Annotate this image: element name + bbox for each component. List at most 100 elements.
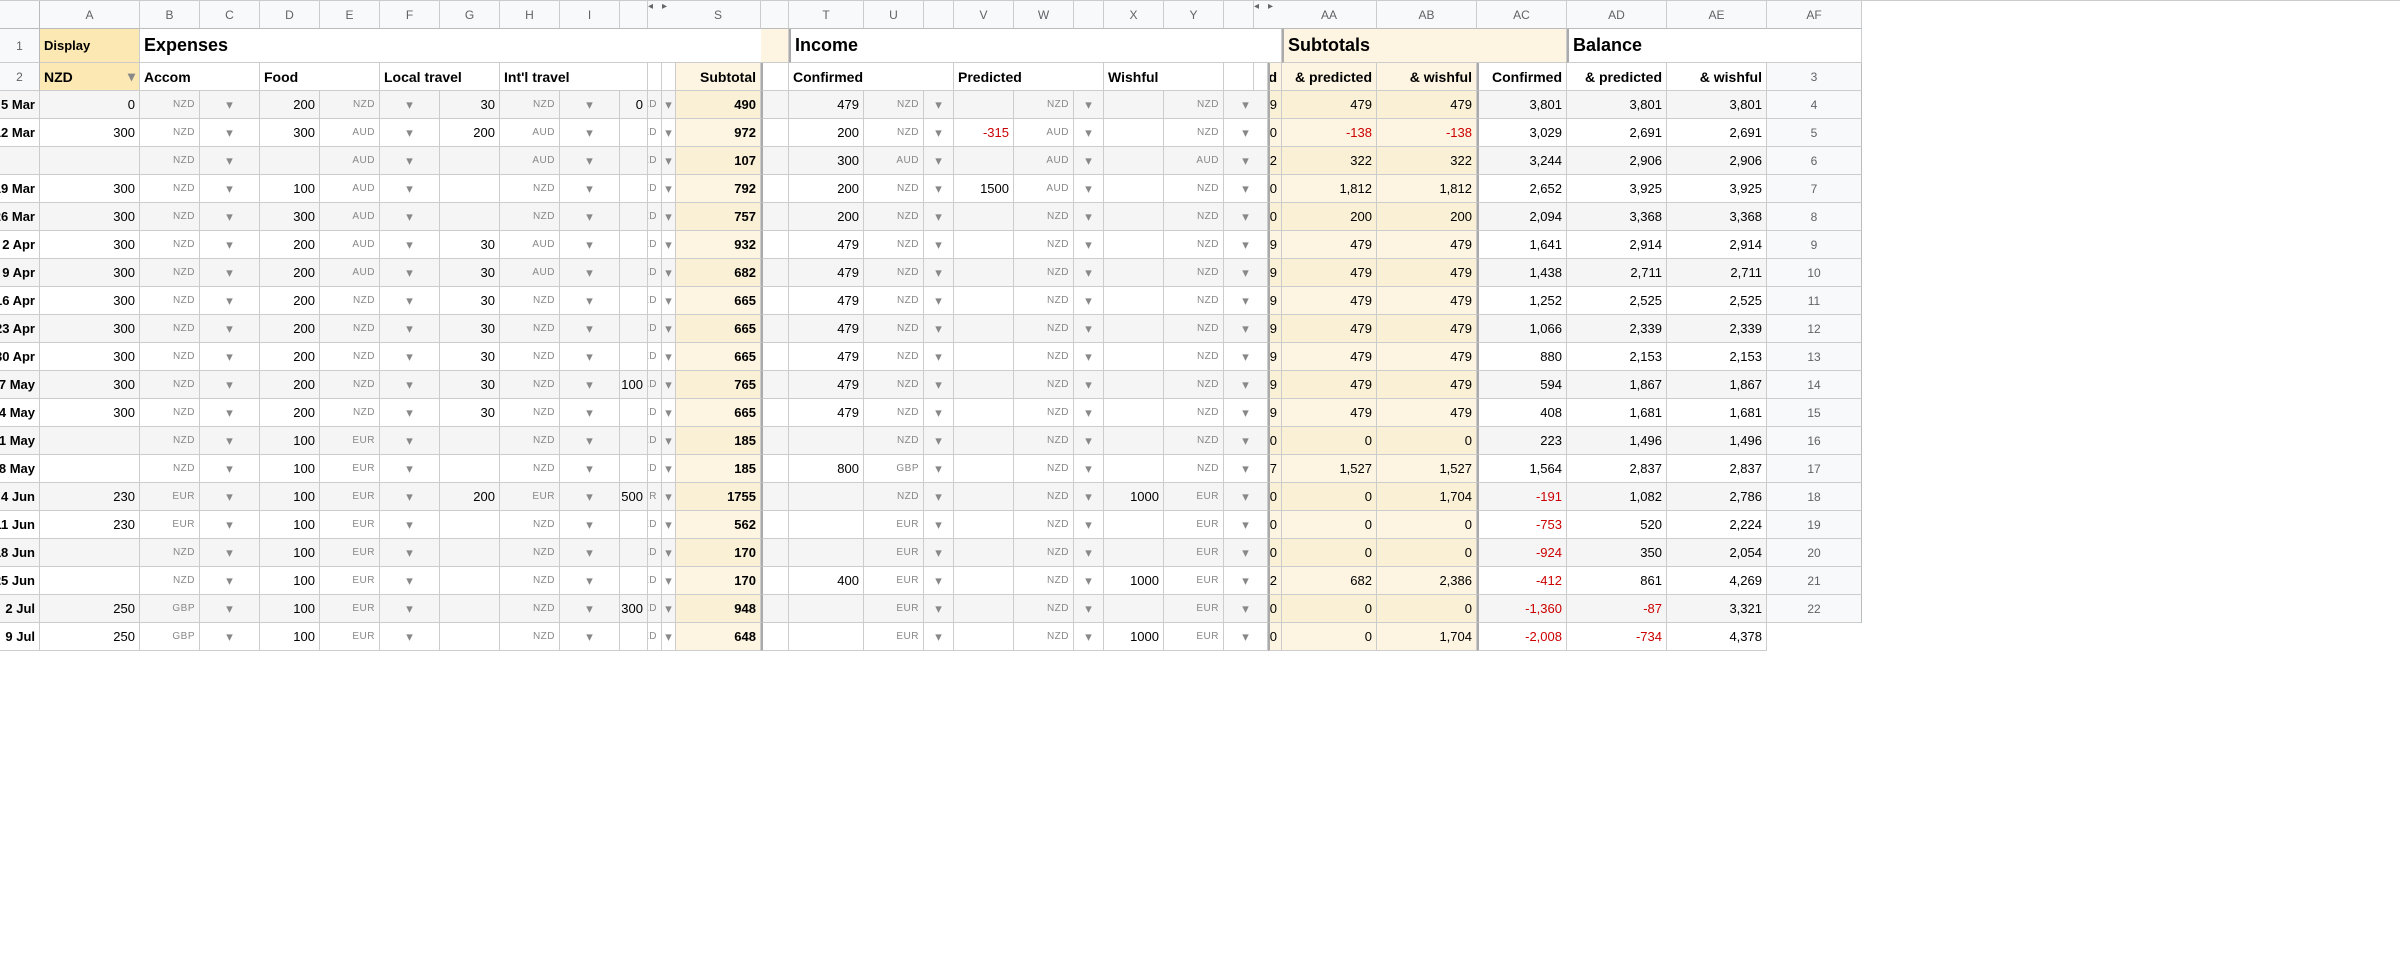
row-header-6[interactable]: 6 <box>1767 147 1862 175</box>
local-travel-currency-dropdown[interactable]: ▾ <box>560 119 620 147</box>
accom-currency-dropdown[interactable]: ▾ <box>200 287 260 315</box>
food-currency-dropdown[interactable]: ▾ <box>380 455 440 483</box>
income-wishful-value[interactable] <box>1104 91 1164 119</box>
income-wishful-currency-dropdown[interactable]: ▾ <box>1224 175 1268 203</box>
intl-travel-currency-dropdown[interactable]: ▾ <box>662 399 676 427</box>
income-wishful-value[interactable] <box>1104 203 1164 231</box>
food-value[interactable]: 300 <box>260 119 320 147</box>
intl-travel-currency-dropdown[interactable]: ▾ <box>662 567 676 595</box>
local-travel-value[interactable]: 30 <box>440 91 500 119</box>
accom-value[interactable]: 300 <box>40 287 140 315</box>
col-header-AB[interactable]: AB <box>1377 1 1477 29</box>
date-cell[interactable]: 21 May <box>0 427 40 455</box>
col-header-T[interactable]: T <box>789 1 864 29</box>
intl-travel-currency-dropdown[interactable]: ▾ <box>662 371 676 399</box>
income-wishful-currency-dropdown[interactable]: ▾ <box>1224 287 1268 315</box>
local-travel-value[interactable] <box>440 623 500 651</box>
income-predicted-currency-dropdown[interactable]: ▾ <box>1074 147 1104 175</box>
food-value[interactable]: 200 <box>260 231 320 259</box>
date-cell[interactable]: 30 Apr <box>0 343 40 371</box>
income-wishful-value[interactable] <box>1104 119 1164 147</box>
income-predicted-currency-dropdown[interactable]: ▾ <box>1074 511 1104 539</box>
accom-currency-dropdown[interactable]: ▾ <box>200 539 260 567</box>
col-header-U[interactable]: U <box>864 1 924 29</box>
income-wishful-currency-dropdown[interactable]: ▾ <box>1224 371 1268 399</box>
row-header-10[interactable]: 10 <box>1767 259 1862 287</box>
income-confirmed-value[interactable]: 200 <box>789 175 864 203</box>
accom-value[interactable] <box>40 427 140 455</box>
income-confirmed-value[interactable]: 479 <box>789 287 864 315</box>
accom-currency-dropdown[interactable]: ▾ <box>200 315 260 343</box>
intl-travel-value[interactable] <box>620 203 648 231</box>
food-value[interactable]: 100 <box>260 483 320 511</box>
income-wishful-currency-dropdown[interactable]: ▾ <box>1224 259 1268 287</box>
intl-travel-value[interactable]: 100 <box>620 371 648 399</box>
income-wishful-currency-dropdown[interactable]: ▾ <box>1224 315 1268 343</box>
local-travel-value[interactable] <box>440 175 500 203</box>
income-predicted-currency-dropdown[interactable]: ▾ <box>1074 343 1104 371</box>
income-confirmed-currency-dropdown[interactable]: ▾ <box>924 231 954 259</box>
accom-value[interactable] <box>40 567 140 595</box>
accom-currency-dropdown[interactable]: ▾ <box>200 483 260 511</box>
income-confirmed-currency-dropdown[interactable]: ▾ <box>924 119 954 147</box>
accom-currency-dropdown[interactable]: ▾ <box>200 371 260 399</box>
col-header-A[interactable]: A <box>40 1 140 29</box>
row-header-7[interactable]: 7 <box>1767 175 1862 203</box>
income-predicted-value[interactable] <box>954 259 1014 287</box>
col-header-[interactable] <box>924 1 954 29</box>
local-travel-currency-dropdown[interactable]: ▾ <box>560 371 620 399</box>
intl-travel-value[interactable] <box>620 231 648 259</box>
intl-travel-currency-dropdown[interactable]: ▾ <box>662 343 676 371</box>
food-currency-dropdown[interactable]: ▾ <box>380 623 440 651</box>
income-predicted-value[interactable] <box>954 567 1014 595</box>
accom-currency-dropdown[interactable]: ▾ <box>200 511 260 539</box>
intl-travel-currency-dropdown[interactable]: ▾ <box>662 315 676 343</box>
income-predicted-value[interactable]: 1500 <box>954 175 1014 203</box>
local-travel-currency-dropdown[interactable]: ▾ <box>560 315 620 343</box>
income-predicted-currency-dropdown[interactable]: ▾ <box>1074 399 1104 427</box>
intl-travel-currency-dropdown[interactable]: ▾ <box>662 259 676 287</box>
local-travel-currency-dropdown[interactable]: ▾ <box>560 399 620 427</box>
local-travel-value[interactable] <box>440 147 500 175</box>
income-wishful-currency-dropdown[interactable]: ▾ <box>1224 427 1268 455</box>
income-predicted-currency-dropdown[interactable]: ▾ <box>1074 287 1104 315</box>
food-value[interactable]: 100 <box>260 595 320 623</box>
accom-currency-dropdown[interactable]: ▾ <box>200 91 260 119</box>
row-header-18[interactable]: 18 <box>1767 483 1862 511</box>
income-predicted-currency-dropdown[interactable]: ▾ <box>1074 455 1104 483</box>
food-value[interactable] <box>260 147 320 175</box>
local-travel-value[interactable] <box>440 567 500 595</box>
collapse-right-2[interactable]: ▸ <box>1268 1 1282 29</box>
col-header-G[interactable]: G <box>440 1 500 29</box>
food-currency-dropdown[interactable]: ▾ <box>380 203 440 231</box>
food-value[interactable]: 100 <box>260 623 320 651</box>
accom-value[interactable]: 300 <box>40 175 140 203</box>
income-wishful-value[interactable]: 1000 <box>1104 623 1164 651</box>
food-currency-dropdown[interactable]: ▾ <box>380 567 440 595</box>
date-cell[interactable]: 18 Jun <box>0 539 40 567</box>
food-currency-dropdown[interactable]: ▾ <box>380 511 440 539</box>
income-confirmed-value[interactable]: 800 <box>789 455 864 483</box>
income-wishful-currency-dropdown[interactable]: ▾ <box>1224 455 1268 483</box>
food-currency-dropdown[interactable]: ▾ <box>380 147 440 175</box>
local-travel-value[interactable]: 30 <box>440 343 500 371</box>
accom-value[interactable]: 250 <box>40 595 140 623</box>
food-value[interactable]: 200 <box>260 259 320 287</box>
date-cell[interactable]: 25 Jun <box>0 567 40 595</box>
accom-value[interactable]: 300 <box>40 259 140 287</box>
col-header-[interactable] <box>620 1 648 29</box>
food-currency-dropdown[interactable]: ▾ <box>380 91 440 119</box>
local-travel-value[interactable]: 200 <box>440 483 500 511</box>
intl-travel-currency-dropdown[interactable]: ▾ <box>662 483 676 511</box>
local-travel-value[interactable]: 30 <box>440 231 500 259</box>
food-value[interactable]: 100 <box>260 175 320 203</box>
accom-value[interactable] <box>40 455 140 483</box>
col-header-AD[interactable]: AD <box>1567 1 1667 29</box>
col-header-AE[interactable]: AE <box>1667 1 1767 29</box>
income-wishful-value[interactable] <box>1104 287 1164 315</box>
intl-travel-currency-dropdown[interactable]: ▾ <box>662 455 676 483</box>
col-header-X[interactable]: X <box>1104 1 1164 29</box>
food-value[interactable]: 100 <box>260 427 320 455</box>
col-header-W[interactable]: W <box>1014 1 1074 29</box>
income-wishful-value[interactable] <box>1104 539 1164 567</box>
